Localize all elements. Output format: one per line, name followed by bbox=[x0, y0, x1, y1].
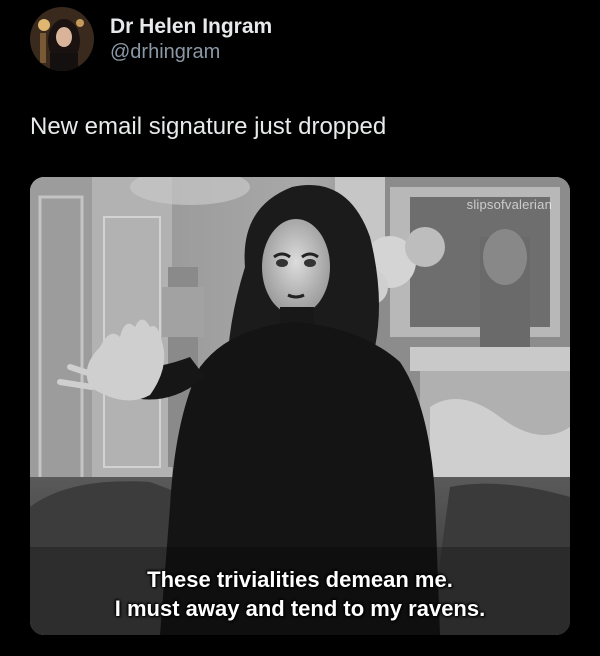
author-display-name[interactable]: Dr Helen Ingram bbox=[110, 14, 272, 40]
tweet-media[interactable]: slipsofvalerian These trivialities demea… bbox=[30, 177, 570, 635]
author-handle[interactable]: @drhingram bbox=[110, 40, 272, 64]
avatar-image bbox=[30, 7, 94, 71]
subtitle-line-2: I must away and tend to my ravens. bbox=[114, 596, 486, 621]
avatar[interactable] bbox=[30, 7, 94, 71]
watermark: slipsofvalerian bbox=[466, 197, 552, 212]
tweet-text: New email signature just dropped bbox=[30, 113, 387, 140]
author-info: Dr Helen Ingram @drhingram bbox=[110, 14, 272, 64]
tweet-header: Dr Helen Ingram @drhingram bbox=[30, 2, 272, 76]
subtitle-line-1: These trivialities demean me. bbox=[147, 567, 453, 592]
